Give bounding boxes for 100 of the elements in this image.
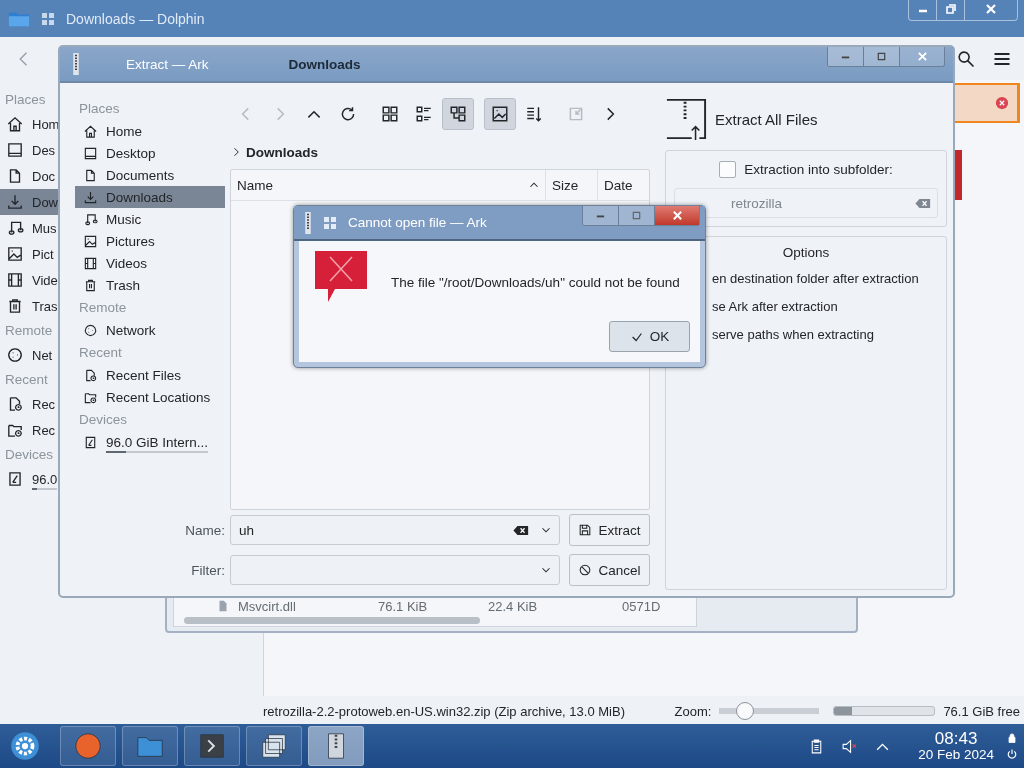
places-item[interactable]: Videos [75, 252, 225, 274]
clear-icon[interactable] [513, 524, 529, 536]
breadcrumb[interactable]: Downloads [246, 144, 318, 160]
item-label: Rec [32, 396, 56, 412]
app-menu-icon[interactable] [42, 12, 54, 25]
power-icon[interactable] [1006, 748, 1018, 760]
sidebar-item[interactable]: Net [0, 342, 58, 368]
sidebar-item[interactable]: Vide [0, 267, 58, 293]
item-label: Recent Files [106, 367, 182, 383]
item-label: Music [106, 211, 142, 227]
search-icon[interactable] [956, 48, 976, 69]
field-label: Filter: [190, 561, 225, 580]
videos-icon [83, 255, 98, 271]
taskbar-button[interactable] [308, 726, 364, 766]
taskbar-button[interactable] [246, 726, 302, 766]
column-header[interactable]: Date [598, 170, 649, 200]
app-menu-icon[interactable] [324, 216, 336, 229]
filter-field[interactable] [230, 555, 560, 585]
close-icon [671, 210, 683, 221]
scrollbar[interactable] [184, 617, 480, 624]
item-label: Tras [32, 298, 58, 314]
ok-button[interactable]: OK [609, 321, 690, 352]
section-heading: Recent [78, 344, 123, 362]
places-item[interactable]: Network [75, 319, 225, 341]
preview-button[interactable] [484, 98, 516, 130]
places-item[interactable]: Recent Files [75, 364, 225, 386]
item-label: 96.0 [32, 471, 58, 487]
taskbar-button[interactable] [184, 726, 240, 766]
places-item[interactable]: Documents [75, 164, 225, 186]
table-cell-text: 0571D [622, 598, 662, 614]
item-label: Des [32, 142, 56, 158]
checkbox[interactable] [719, 160, 737, 178]
option-label: serve paths when extracting [711, 326, 875, 344]
window-title: Extract — Ark [126, 56, 209, 72]
archive-icon [304, 211, 312, 234]
item-label: Videos [106, 255, 148, 271]
documents-icon [83, 167, 98, 183]
places-item[interactable]: Trash [75, 274, 225, 296]
status-text: retrozilla-2.2-protoweb.en-US.win32.zip (Zip archive, 13.0 MiB) [263, 703, 625, 719]
gear-icon[interactable] [10, 731, 40, 761]
extract-button[interactable]: Extract [569, 514, 650, 546]
close-button[interactable] [655, 206, 699, 225]
item-label: Trash [106, 277, 140, 293]
sidebar-item[interactable]: Dow [0, 189, 58, 215]
taskbar-button[interactable] [60, 726, 116, 766]
maximize-button[interactable] [864, 47, 900, 66]
section-heading: Places [78, 100, 121, 118]
cancel-icon [578, 563, 593, 577]
section-heading: Remote [78, 299, 128, 317]
column-header[interactable]: Size [546, 170, 598, 200]
slider-handle[interactable] [735, 702, 754, 720]
places-item[interactable]: Desktop [75, 142, 225, 164]
archive-extract-icon [665, 98, 707, 140]
muted-speaker-icon[interactable] [841, 737, 859, 755]
tree-view-button[interactable] [442, 98, 474, 130]
trash-icon [83, 277, 98, 293]
close-icon[interactable] [995, 96, 1009, 110]
option-label: se Ark after extraction [711, 298, 839, 316]
item-label: Recent Locations [106, 389, 211, 405]
places-item[interactable]: Downloads [75, 186, 225, 208]
music-icon [83, 211, 98, 227]
lock-icon[interactable] [1006, 732, 1018, 744]
taskbar-button[interactable] [122, 726, 178, 766]
archive-icon [72, 53, 80, 75]
sidebar-item[interactable]: Mus [0, 215, 58, 241]
drive-icon [83, 434, 98, 450]
places-item[interactable]: Recent Locations [75, 386, 225, 408]
section-heading: Devices [4, 446, 54, 464]
section-heading: Recent [4, 371, 49, 389]
sidebar-item[interactable]: 96.0 [0, 466, 58, 492]
sidebar-item[interactable]: Rec [0, 417, 58, 443]
table-cell-text: 22.4 KiB [488, 598, 539, 614]
item-label: Pictures [106, 233, 155, 249]
item-label: Home [106, 123, 142, 139]
sidebar-item[interactable]: Hom [0, 111, 58, 137]
column-header[interactable]: Name [231, 170, 546, 200]
terminal-icon [197, 731, 227, 761]
places-item[interactable]: Home [75, 120, 225, 142]
breadcrumb[interactable]: Downloads [288, 56, 361, 72]
item-label: Doc [32, 168, 56, 184]
item-label: Desktop [106, 145, 156, 161]
name-field[interactable]: uh [230, 515, 560, 545]
downloads-icon [83, 189, 98, 205]
desktop-icon [83, 145, 98, 161]
section-heading: Remote [4, 322, 54, 340]
item-label: Documents [106, 167, 175, 183]
places-item[interactable]: Pictures [75, 230, 225, 252]
sidebar-item[interactable]: Pict [0, 241, 58, 267]
clock-time[interactable]: 08:43 [934, 730, 978, 748]
places-item[interactable]: Music [75, 208, 225, 230]
cancel-button[interactable]: Cancel [569, 554, 650, 586]
sidebar-item[interactable]: Des [0, 137, 58, 163]
maximize-button[interactable] [619, 206, 655, 225]
sidebar-item[interactable]: Doc [0, 163, 58, 189]
places-item[interactable]: 96.0 GiB Intern... [75, 431, 225, 453]
clock-date[interactable]: 20 Feb 2024 [918, 747, 994, 762]
sidebar-item[interactable]: Tras [0, 293, 58, 319]
music-icon [6, 219, 24, 237]
videos-icon [6, 271, 24, 289]
sidebar-item[interactable]: Rec [0, 391, 58, 417]
